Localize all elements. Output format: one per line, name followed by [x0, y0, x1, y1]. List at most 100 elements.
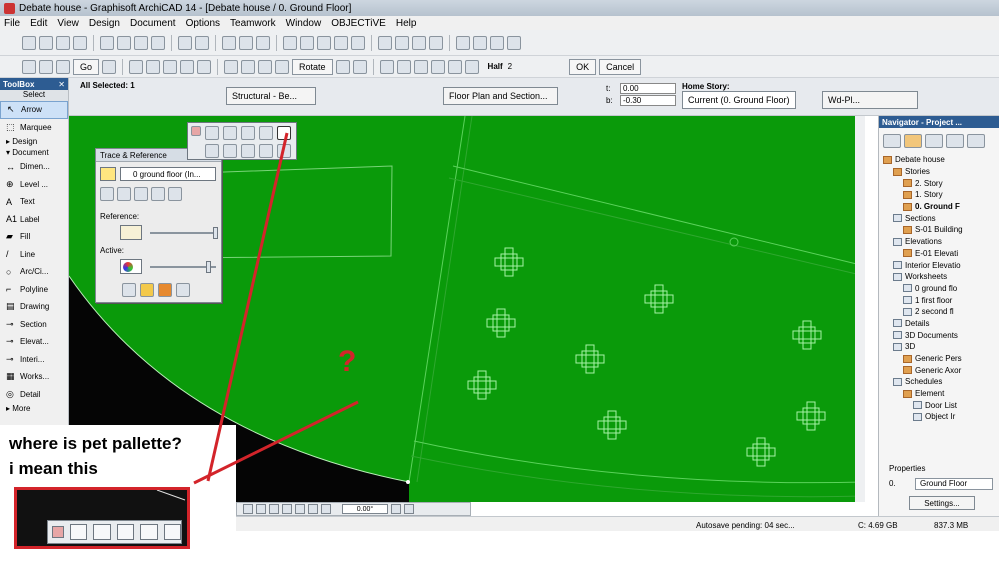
display-mode-2-icon[interactable]: [140, 283, 154, 297]
save-icon[interactable]: [56, 35, 70, 50]
tree-item[interactable]: Generic Axor: [883, 364, 996, 376]
previous-zoom-icon[interactable]: [282, 504, 292, 514]
reference-intensity-slider[interactable]: [150, 227, 218, 239]
tool-label[interactable]: A1 Label: [0, 211, 68, 229]
tool-arc-ci[interactable]: ○ Arc/Ci...: [0, 263, 68, 281]
elevate-copy-icon[interactable]: [259, 144, 273, 158]
zoom-in-icon[interactable]: [243, 504, 253, 514]
pan-icon[interactable]: [308, 504, 318, 514]
active-intensity-slider[interactable]: [150, 261, 216, 273]
tree-item[interactable]: 1. Story: [883, 189, 996, 201]
tool-section[interactable]: ⊸ Section: [0, 316, 68, 334]
spline-tangent-icon[interactable]: [163, 524, 182, 540]
display-mode-1-icon[interactable]: [122, 283, 136, 297]
mirror-icon[interactable]: [275, 59, 290, 74]
t-value-field[interactable]: 0.00: [620, 83, 676, 94]
tree-item[interactable]: 1 first floor: [883, 294, 996, 306]
b-value-field[interactable]: -0.30: [620, 95, 676, 106]
tool-level[interactable]: ⊕ Level ...: [0, 176, 68, 194]
tool-drawing[interactable]: ▤ Drawing: [0, 298, 68, 316]
add-node-icon[interactable]: [277, 126, 291, 140]
cancel-button[interactable]: Cancel: [599, 58, 642, 75]
trace-source-dropdown[interactable]: 0 ground floor (In...: [120, 167, 216, 181]
tool-detail[interactable]: ◎ Detail: [0, 386, 68, 404]
tool-line[interactable]: / Line: [0, 246, 68, 264]
curve-drag-icon[interactable]: [223, 126, 237, 140]
fit-window-icon[interactable]: [269, 504, 279, 514]
pick-up-icon[interactable]: [507, 35, 521, 50]
explode-icon[interactable]: [464, 59, 479, 74]
show-reference-icon[interactable]: [490, 35, 504, 50]
redo-icon[interactable]: [195, 35, 209, 50]
rotate-copy-icon[interactable]: [223, 144, 237, 158]
zoom-out-icon[interactable]: [256, 504, 266, 514]
rotate-button[interactable]: Rotate: [292, 58, 333, 75]
zoom-dropdown-icon[interactable]: [391, 504, 401, 514]
tree-item[interactable]: 0. Ground F: [883, 201, 996, 213]
menu-help[interactable]: Help: [396, 18, 417, 29]
tree-item[interactable]: Sections: [883, 212, 996, 224]
lock-icon[interactable]: [429, 35, 443, 50]
rotation-angle-field[interactable]: 0.00°: [342, 504, 388, 514]
tree-item[interactable]: 3D Documents: [883, 329, 996, 341]
reset-trace-icon[interactable]: [100, 187, 114, 201]
menu-options[interactable]: Options: [186, 18, 220, 29]
adjust-icon[interactable]: [413, 59, 428, 74]
grid-snap-icon[interactable]: [283, 35, 297, 50]
spline-segment-icon[interactable]: [140, 524, 158, 540]
tree-item[interactable]: Debate house: [883, 154, 996, 166]
display-mode-3-icon[interactable]: [158, 283, 172, 297]
rotate-reference-icon[interactable]: [134, 187, 148, 201]
pet-close-icon[interactable]: [52, 526, 64, 538]
settings-button[interactable]: Settings...: [909, 496, 975, 510]
tool-works[interactable]: ▦ Works...: [0, 368, 68, 386]
slider-knob[interactable]: [206, 261, 212, 273]
trace-source-icon[interactable]: [100, 167, 116, 181]
material-dropdown[interactable]: Wd-Pl...: [822, 91, 918, 109]
offset-edge-icon[interactable]: [241, 126, 255, 140]
elevate-icon[interactable]: [335, 59, 350, 74]
display-mode-4-icon[interactable]: [176, 283, 190, 297]
next-zoom-icon[interactable]: [295, 504, 305, 514]
intersect-icon[interactable]: [430, 59, 445, 74]
group-icon[interactable]: [395, 35, 409, 50]
tree-item[interactable]: 2. Story: [883, 177, 996, 189]
close-icon[interactable]: ✕: [58, 80, 65, 89]
layer-combo-icon[interactable]: [404, 504, 414, 514]
tree-item[interactable]: Object Ir: [883, 411, 996, 423]
menu-design[interactable]: Design: [89, 18, 120, 29]
drag-copy-icon[interactable]: [205, 144, 219, 158]
group-design[interactable]: ▸ Design: [0, 136, 68, 147]
mirror-copy-icon[interactable]: [241, 144, 255, 158]
orientation-icon[interactable]: [321, 504, 331, 514]
tree-item[interactable]: 0 ground flo: [883, 283, 996, 295]
tool-arrow[interactable]: ↖ Arrow: [0, 101, 68, 119]
trace-reference-icon[interactable]: [473, 35, 487, 50]
pet-close-icon[interactable]: [191, 126, 201, 136]
menu-document[interactable]: Document: [130, 18, 176, 29]
tool-text[interactable]: A Text: [0, 193, 68, 211]
group-document[interactable]: ▾ Document: [0, 147, 68, 158]
paste-icon[interactable]: [134, 35, 148, 50]
menu-view[interactable]: View: [57, 18, 79, 29]
menu-edit[interactable]: Edit: [30, 18, 47, 29]
rotate-icon[interactable]: [258, 59, 273, 74]
walk-icon[interactable]: [102, 59, 117, 74]
menu-window[interactable]: Window: [286, 18, 322, 29]
snap-guides-icon[interactable]: [300, 35, 314, 50]
trim-icon[interactable]: [447, 59, 462, 74]
tree-item[interactable]: Interior Elevatio: [883, 259, 996, 271]
home-story-dropdown[interactable]: Current (0. Ground Floor): [682, 91, 796, 109]
hotspot-icon[interactable]: [180, 59, 195, 74]
project-map-icon[interactable]: [904, 134, 922, 148]
tree-item[interactable]: Stories: [883, 166, 996, 178]
offset-icon[interactable]: [379, 59, 394, 74]
tree-item[interactable]: S-01 Building: [883, 224, 996, 236]
menu-teamwork[interactable]: Teamwork: [230, 18, 276, 29]
group-more[interactable]: ▸ More: [0, 403, 68, 414]
section-window-icon[interactable]: [56, 59, 70, 74]
eyedropper-icon[interactable]: [239, 35, 253, 50]
ok-button[interactable]: OK: [569, 58, 597, 75]
polyline-icon[interactable]: [163, 59, 178, 74]
split-icon[interactable]: [396, 59, 411, 74]
